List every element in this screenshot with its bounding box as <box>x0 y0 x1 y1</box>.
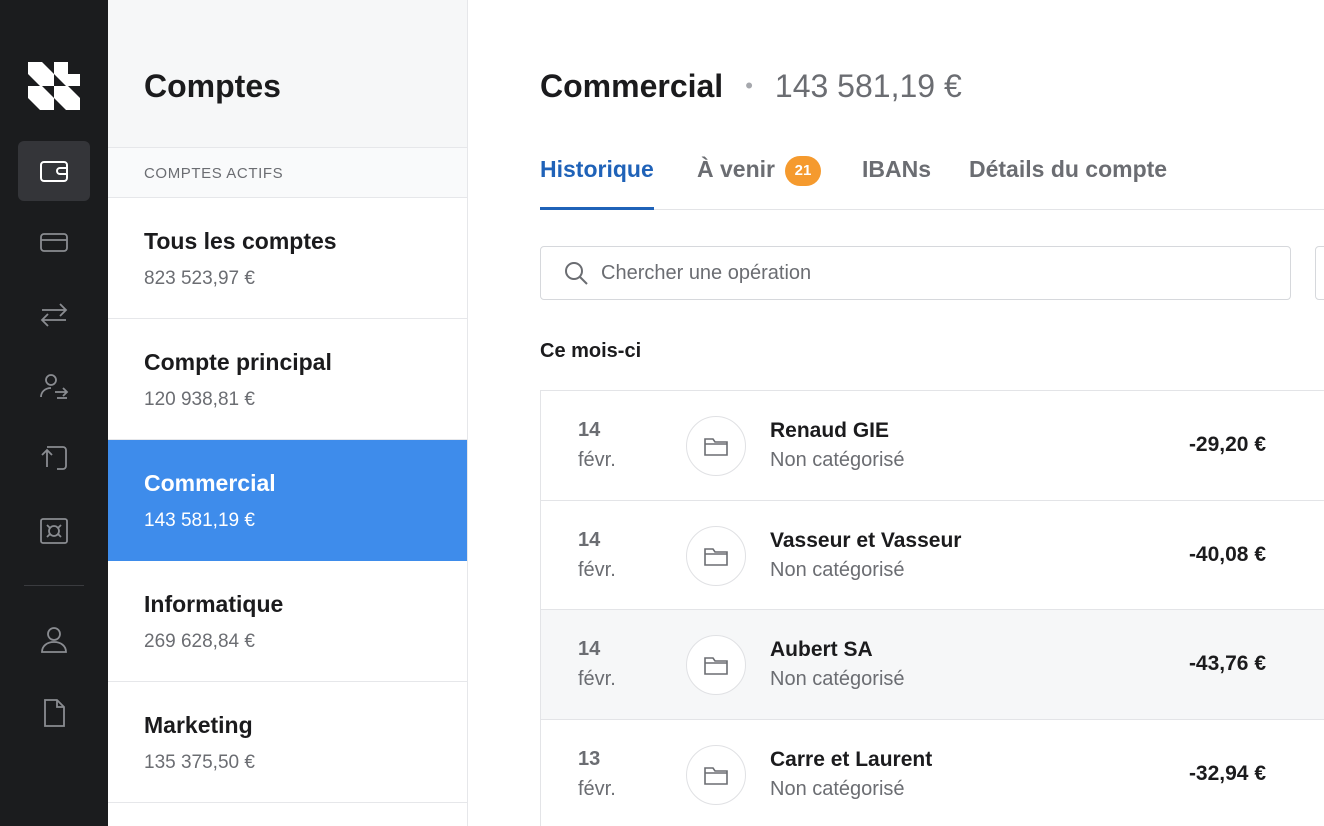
beneficiaries-icon <box>40 374 69 399</box>
account-item-all[interactable]: Tous les comptes 823 523,97 € <box>108 198 467 319</box>
category-button[interactable] <box>686 525 746 586</box>
transaction-day: 14 <box>578 528 601 551</box>
account-item-marketing[interactable]: Marketing 135 375,50 € <box>108 682 467 803</box>
tab-history[interactable]: Historique <box>540 156 654 210</box>
section-label: COMPTES ACTIFS <box>144 165 284 182</box>
transaction-payee: Renaud GIE <box>770 419 890 442</box>
rail-transfers-button[interactable] <box>18 285 90 345</box>
brand-logo-icon[interactable] <box>28 60 80 112</box>
account-heading: Commercial • 143 581,19 € <box>540 68 962 105</box>
transaction-category: Non catégorisé <box>770 777 905 800</box>
transaction-amount: -40,08 € <box>1188 542 1266 566</box>
transaction-category: Non catégorisé <box>770 449 905 471</box>
transaction-payee: Aubert SA <box>770 638 873 661</box>
account-balance: 269 628,84 € <box>144 631 255 652</box>
transaction-payee: Vasseur et Vasseur <box>770 528 962 552</box>
rail-documents-button[interactable] <box>18 683 90 743</box>
transaction-amount: -32,94 € <box>1188 761 1266 785</box>
period-label: Ce mois-ci <box>540 340 642 362</box>
account-item-main[interactable]: Compte principal 120 938,81 € <box>108 319 467 440</box>
upcoming-count-badge: 21 <box>784 156 821 186</box>
tab-upcoming[interactable]: À venir 21 <box>697 156 821 210</box>
transaction-amount: -29,20 € <box>1188 433 1266 456</box>
transaction-month: févr. <box>578 668 616 690</box>
page-title: Commercial <box>540 68 724 104</box>
transaction-row[interactable]: 14 févr. Aubert SA Non catégorisé -43,76… <box>541 610 1324 720</box>
transaction-month: févr. <box>578 449 616 471</box>
transaction-row[interactable]: 14 févr. Vasseur et Vasseur Non catégori… <box>541 501 1324 610</box>
tab-label: À venir <box>697 156 775 182</box>
transaction-month: févr. <box>578 777 616 800</box>
accounts-panel: Comptes COMPTES ACTIFS Tous les comptes … <box>108 0 468 826</box>
account-balance: 823 523,97 € <box>144 268 255 289</box>
icon-rail <box>0 0 108 826</box>
account-balance: 135 375,50 € <box>144 752 255 773</box>
account-total-balance: 143 581,19 € <box>774 68 962 104</box>
search-input[interactable] <box>601 261 1251 285</box>
search-box <box>540 246 1291 300</box>
transactions-list: 14 févr. Renaud GIE Non catégorisé -29,2… <box>540 390 1324 826</box>
account-balance: 120 938,81 € <box>144 389 255 410</box>
rail-operations-button[interactable] <box>18 428 90 488</box>
rail-safe-button[interactable] <box>18 501 90 561</box>
rail-cards-button[interactable] <box>18 212 90 272</box>
transaction-row[interactable]: 14 févr. Renaud GIE Non catégorisé -29,2… <box>541 391 1324 501</box>
transfers-icon <box>40 303 68 327</box>
transaction-category: Non catégorisé <box>770 558 905 581</box>
account-name: Tous les comptes <box>144 228 337 254</box>
user-icon <box>41 627 67 653</box>
account-balance: 143 581,19 € <box>144 510 255 531</box>
wallet-icon <box>40 161 68 182</box>
transaction-row[interactable]: 13 févr. Carre et Laurent Non catégorisé… <box>541 720 1324 826</box>
rail-profile-button[interactable] <box>18 610 90 670</box>
account-name: Commercial <box>144 470 276 496</box>
transaction-payee: Carre et Laurent <box>770 747 933 771</box>
account-name: Informatique <box>144 591 284 617</box>
filter-button[interactable] <box>1315 246 1324 300</box>
search-icon <box>565 262 588 285</box>
tab-label: IBANs <box>862 156 932 182</box>
folder-icon <box>704 438 728 456</box>
rail-accounts-button[interactable] <box>18 141 90 201</box>
accounts-title: Comptes <box>144 68 281 104</box>
active-accounts-section: COMPTES ACTIFS <box>108 148 467 198</box>
account-item-it[interactable]: Informatique 269 628,84 € <box>108 561 467 682</box>
account-item-commercial[interactable]: Commercial 143 581,19 € <box>108 440 467 561</box>
main-content: Commercial • 143 581,19 € Historique À v… <box>468 0 1324 826</box>
title-separator: • <box>745 73 753 98</box>
rail-beneficiaries-button[interactable] <box>18 357 90 417</box>
transaction-day: 14 <box>578 638 601 660</box>
category-button[interactable] <box>686 744 746 805</box>
folder-icon <box>704 657 728 675</box>
folder-icon <box>704 547 728 566</box>
transaction-day: 13 <box>578 747 601 770</box>
account-tabs: Historique À venir 21 IBANs Détails du co… <box>540 150 1324 210</box>
transaction-day: 14 <box>578 419 601 441</box>
category-button[interactable] <box>686 635 746 695</box>
card-icon <box>40 233 68 252</box>
category-button[interactable] <box>686 416 746 476</box>
accounts-header: Comptes <box>108 0 467 148</box>
tab-label: Détails du compte <box>969 156 1168 182</box>
rail-divider <box>24 585 84 586</box>
account-name: Marketing <box>144 712 253 738</box>
operations-icon <box>41 446 67 470</box>
folder-icon <box>704 766 728 785</box>
transaction-month: févr. <box>578 558 616 581</box>
transaction-category: Non catégorisé <box>770 668 905 690</box>
safe-icon <box>40 518 68 544</box>
account-name: Compte principal <box>144 349 332 375</box>
tab-account-details[interactable]: Détails du compte <box>969 156 1167 210</box>
tab-ibans[interactable]: IBANs <box>862 156 931 210</box>
tab-label: Historique <box>540 156 654 182</box>
document-icon <box>44 699 65 727</box>
transaction-amount: -43,76 € <box>1188 652 1266 675</box>
